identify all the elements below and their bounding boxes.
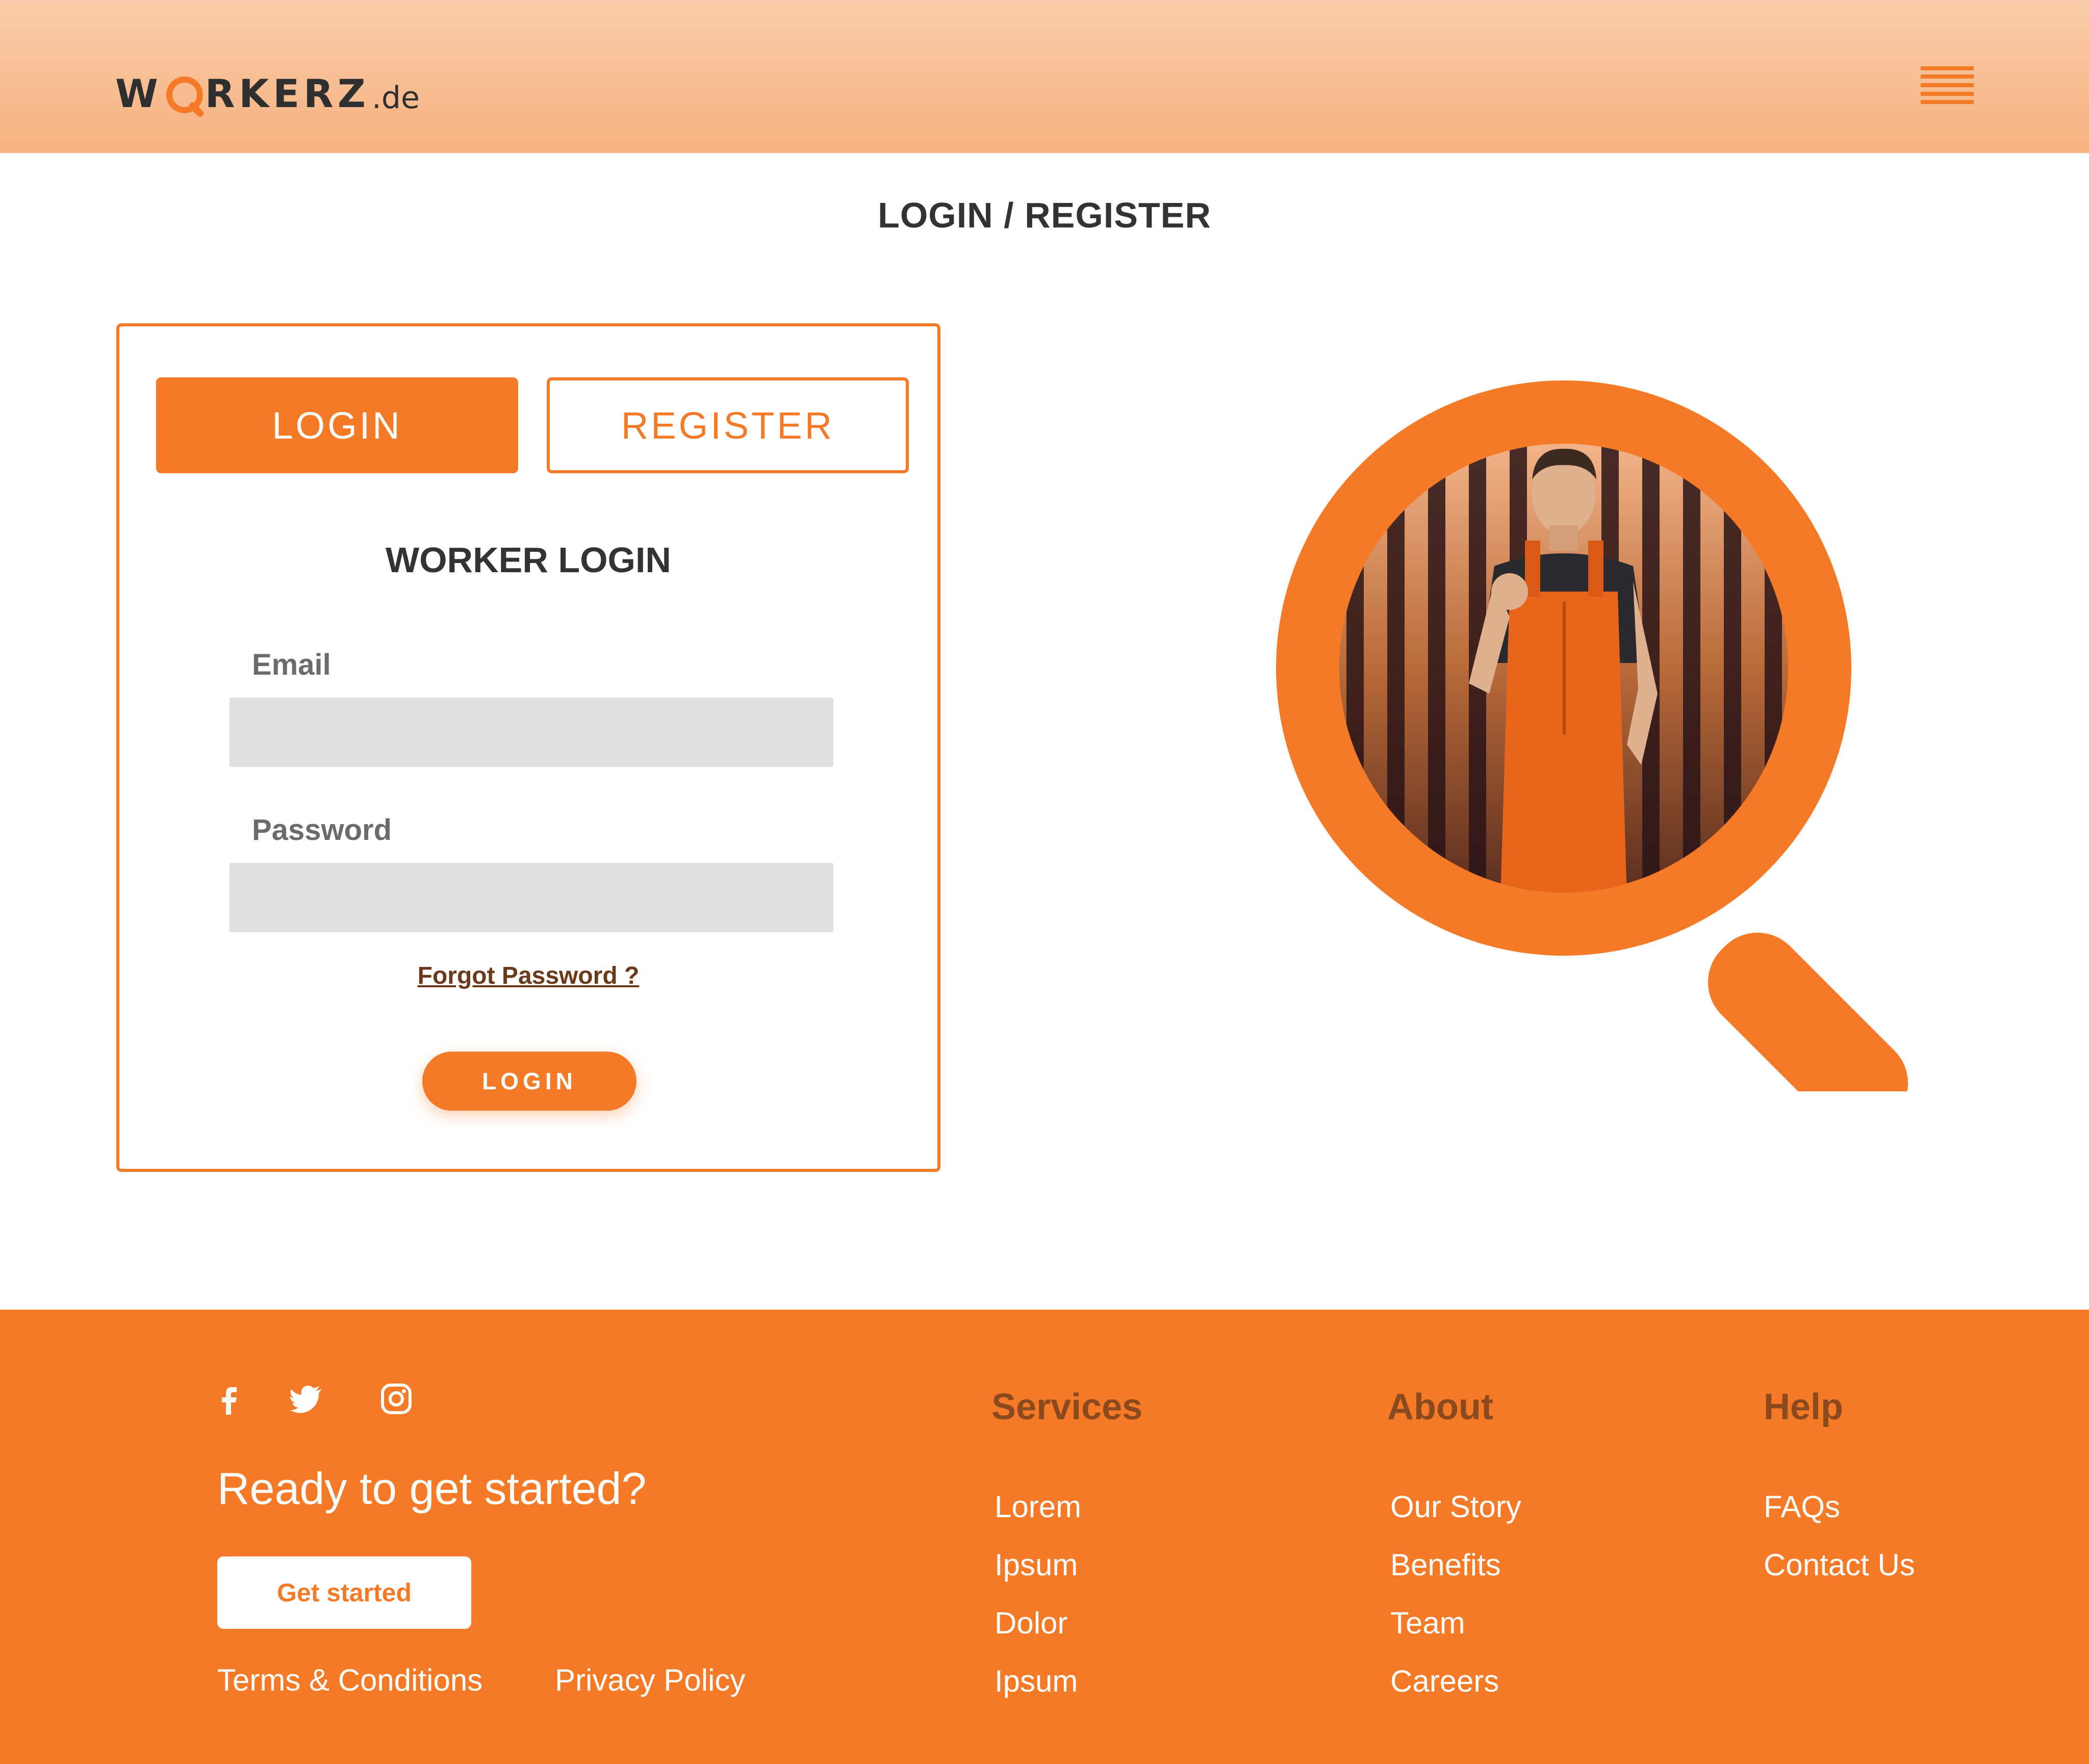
instagram-icon[interactable] (378, 1381, 414, 1417)
header: W RKERZ .de (0, 0, 2089, 153)
footer-link[interactable]: FAQs (1764, 1489, 1840, 1524)
terms-link[interactable]: Terms & Conditions (217, 1663, 482, 1698)
tab-login[interactable]: LOGIN (156, 377, 518, 473)
magnifier-handle (1708, 932, 1908, 1091)
forgot-password-link[interactable]: Forgot Password ? (119, 962, 937, 990)
get-started-button[interactable]: Get started (217, 1556, 471, 1629)
logo[interactable]: W RKERZ .de (115, 57, 420, 118)
privacy-link[interactable]: Privacy Policy (555, 1663, 745, 1698)
hamburger-icon[interactable] (1921, 66, 1974, 104)
login-submit-button[interactable]: LOGIN (422, 1052, 636, 1111)
logo-text-end: RKERZ (205, 71, 370, 116)
footer-link[interactable]: Team (1390, 1605, 1465, 1641)
footer-link[interactable]: Ipsum (995, 1664, 1078, 1699)
magnifier-illustration (1276, 380, 1908, 1091)
logo-text-start: W (115, 71, 162, 116)
tab-register[interactable]: REGISTER (547, 377, 909, 473)
footer-link[interactable]: Careers (1390, 1664, 1499, 1699)
facebook-icon[interactable] (211, 1381, 247, 1417)
twitter-icon[interactable] (289, 1381, 324, 1417)
footer-link[interactable]: Lorem (995, 1489, 1081, 1524)
password-label: Password (252, 813, 392, 847)
footer-link[interactable]: Ipsum (995, 1547, 1078, 1582)
footer-link[interactable]: Dolor (995, 1605, 1067, 1641)
cta-text: Ready to get started? (217, 1463, 647, 1514)
footer-link[interactable]: Contact Us (1764, 1547, 1915, 1582)
footer-heading-help: Help (1764, 1387, 1844, 1427)
footer-heading-services: Services (991, 1387, 1143, 1427)
password-field[interactable] (230, 863, 833, 932)
logo-magnifier-icon (165, 74, 205, 118)
footer-link[interactable]: Our Story (1390, 1489, 1521, 1524)
login-card: LOGIN REGISTER WORKER LOGIN Email Passwo… (116, 323, 940, 1172)
form-heading: WORKER LOGIN (386, 540, 671, 580)
email-field[interactable] (230, 698, 833, 767)
footer-heading-about: About (1387, 1387, 1493, 1427)
logo-domain: .de (371, 80, 420, 116)
footer: Ready to get started? Get started Terms … (0, 1310, 2089, 1764)
email-label: Email (252, 648, 331, 681)
page-title: LOGIN / REGISTER (878, 195, 1211, 235)
footer-link[interactable]: Benefits (1390, 1547, 1501, 1582)
